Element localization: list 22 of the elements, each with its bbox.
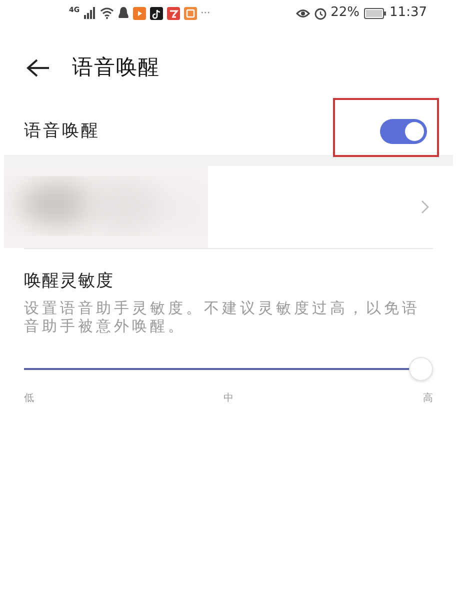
scale-label: 中 <box>224 392 234 406</box>
section-title: 唤醒灵敏度 <box>24 270 115 293</box>
scale-label: 高 <box>423 392 433 406</box>
clock-time: 11:37 <box>390 4 427 22</box>
play-app-icon <box>132 6 146 20</box>
more-notifications: ··· <box>200 6 210 20</box>
signal-icon <box>84 7 96 19</box>
music-note-app-icon <box>150 6 163 20</box>
slider-track[interactable] <box>24 356 433 380</box>
battery-icon <box>364 8 386 18</box>
page-title: 语音唤醒 <box>72 54 160 82</box>
chevron-right-icon <box>421 200 429 214</box>
scale-label: 低 <box>24 392 34 406</box>
square-app-icon <box>184 6 197 20</box>
wake-label: 语音唤醒 <box>24 120 100 143</box>
section-description: 设置语音助手灵敏度。不建议灵敏度过高，以免语音助手被意外唤醒。 <box>24 298 421 334</box>
wifi-icon <box>100 7 114 19</box>
battery-percent: 22% <box>330 4 360 22</box>
toggle-switch[interactable] <box>380 119 427 144</box>
slider-thumb[interactable] <box>409 356 433 380</box>
alarm-clock-icon <box>314 6 327 20</box>
eye-icon <box>296 8 310 18</box>
